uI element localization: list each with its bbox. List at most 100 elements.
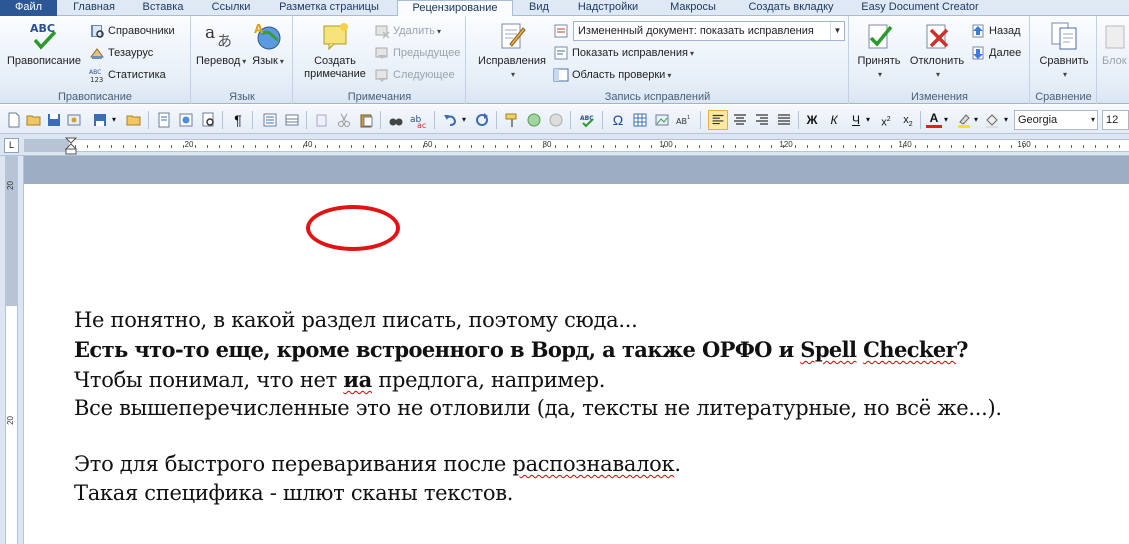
vertical-ruler-label: 20	[6, 181, 15, 190]
redo-icon[interactable]	[474, 112, 490, 128]
previous-change-button[interactable]: Назад	[970, 22, 1021, 42]
ruler-tick	[375, 145, 376, 148]
word-count-abc-icon[interactable]: AB 1	[676, 112, 692, 128]
shading-bucket-icon[interactable]	[984, 112, 1000, 128]
paste-icon[interactable]	[358, 112, 374, 128]
highlight-marker-icon[interactable]	[956, 112, 972, 128]
language-button[interactable]: A Язык ▾	[246, 20, 290, 68]
justify-icon[interactable]	[776, 112, 792, 128]
copy-format-icon[interactable]	[314, 112, 330, 128]
save-as-icon[interactable]	[92, 112, 108, 128]
document-paragraph[interactable]: Не понятно, в какой раздел писать, поэто…	[74, 308, 638, 332]
document-page[interactable]: Не понятно, в какой раздел писать, поэто…	[24, 184, 1129, 544]
tab-page-layout[interactable]: Разметка страницы	[268, 0, 390, 16]
ruler-tick	[963, 145, 964, 148]
compare-icon	[1051, 22, 1077, 50]
tab-file[interactable]: Файл	[0, 0, 57, 16]
print-preview-icon[interactable]	[200, 112, 216, 128]
font-name-select[interactable]: Georgia ▾	[1014, 110, 1098, 130]
insert-symbol-omega-icon[interactable]: Ω	[610, 111, 626, 129]
new-comment-label-1: Создать	[314, 55, 356, 67]
underline-button[interactable]: Ч	[848, 111, 864, 129]
tab-insert[interactable]: Вставка	[132, 0, 194, 16]
insert-picture-icon[interactable]	[654, 112, 670, 128]
permission-icon[interactable]	[66, 112, 82, 128]
display-for-review-select[interactable]: Измененный документ: показать исправлени…	[573, 21, 845, 41]
font-size-select[interactable]: 12	[1102, 110, 1129, 130]
tab-addins[interactable]: Надстройки	[566, 0, 650, 16]
save-disk-icon[interactable]	[46, 112, 62, 128]
display-for-review-value: Измененный документ: показать исправлени…	[578, 25, 814, 37]
show-formatting-marks-icon[interactable]: ¶	[230, 111, 246, 129]
track-changes-button[interactable]: Исправления ▾	[473, 20, 551, 81]
open-folder-icon[interactable]	[26, 112, 42, 128]
columns-icon[interactable]	[262, 112, 278, 128]
shading-dropdown-icon[interactable]: ▾	[1002, 111, 1010, 129]
tab-view[interactable]: Вид	[518, 0, 560, 16]
document-paragraph[interactable]: Есть что-то еще, кроме встроенного в Вор…	[74, 337, 968, 362]
next-change-button[interactable]: Далее	[970, 44, 1021, 64]
next-change-icon	[972, 46, 984, 60]
undo-dropdown-icon[interactable]: ▾	[460, 111, 468, 129]
underline-dropdown-icon[interactable]: ▾	[864, 111, 872, 129]
tab-references[interactable]: Ссылки	[200, 0, 262, 16]
tab-create-tab[interactable]: Создать вкладку	[736, 0, 846, 16]
superscript-icon[interactable]: x2	[878, 111, 894, 129]
ruler-tick	[195, 145, 196, 148]
document-paragraph[interactable]: Такая специфика - шлют сканы текстов.	[74, 481, 513, 505]
undo-icon[interactable]	[442, 112, 458, 128]
italic-button[interactable]: К	[826, 111, 842, 129]
font-color-dropdown-icon[interactable]: ▾	[942, 111, 950, 129]
statistics-button[interactable]: ABC 123 Статистика	[89, 66, 166, 86]
folder-open-icon[interactable]	[126, 112, 142, 128]
spelling-button[interactable]: ABC Правописание	[4, 20, 84, 68]
svg-text:ABC: ABC	[30, 22, 55, 35]
replace-icon[interactable]: abac	[410, 112, 426, 128]
delete-comment-button[interactable]: Удалить ▾	[374, 22, 441, 42]
circle-grey-icon[interactable]	[548, 112, 564, 128]
tab-stop-selector[interactable]: L	[4, 138, 19, 153]
highlight-dropdown-icon[interactable]: ▾	[972, 111, 980, 129]
web-page-icon[interactable]	[178, 112, 194, 128]
circle-green-icon[interactable]	[526, 112, 542, 128]
thesaurus-button[interactable]: Тезаурус	[89, 44, 153, 64]
tab-easy-document-creator[interactable]: Easy Document Creator	[852, 0, 988, 16]
align-right-icon[interactable]	[754, 112, 770, 128]
find-binoculars-icon[interactable]	[388, 112, 404, 128]
table-icon[interactable]	[284, 112, 300, 128]
next-comment-button[interactable]: Следующее	[374, 66, 455, 86]
research-button[interactable]: Справочники	[89, 22, 175, 42]
subscript-icon[interactable]: x2	[900, 111, 916, 129]
compare-dropdown-icon: ▾	[1062, 70, 1067, 79]
document-paragraph[interactable]: Это для быстрого переваривания после рас…	[74, 452, 681, 476]
document-paragraph[interactable]: Чтобы понимал, что нет иа предлога, напр…	[74, 367, 605, 392]
font-color-icon[interactable]: A	[926, 111, 942, 128]
page-icon[interactable]	[156, 112, 172, 128]
tab-macros[interactable]: Макросы	[656, 0, 730, 16]
horizontal-ruler[interactable]: L 20 40 60 80 100 120 140 160	[0, 134, 1129, 156]
tab-review[interactable]: Рецензирование	[397, 0, 513, 17]
new-document-icon[interactable]	[6, 112, 22, 128]
tab-home[interactable]: Главная	[62, 0, 126, 16]
accept-button[interactable]: Принять ▾	[854, 20, 904, 81]
spelling-check-icon[interactable]: ABC	[580, 112, 596, 128]
reject-button[interactable]: Отклонить ▾	[906, 20, 968, 81]
insert-table-icon[interactable]	[632, 112, 648, 128]
document-paragraph[interactable]: Все вышеперечисленные это не отловили (д…	[74, 396, 1002, 420]
align-center-icon[interactable]	[732, 112, 748, 128]
format-painter-icon[interactable]	[504, 112, 520, 128]
translate-button[interactable]: a あ Перевод ▾	[196, 20, 246, 68]
bold-button[interactable]: Ж	[804, 111, 820, 129]
reviewing-pane-button[interactable]: Область проверки ▾	[553, 66, 671, 86]
align-left-icon[interactable]	[708, 110, 728, 130]
block-authors-button[interactable]: Блок	[1102, 20, 1129, 68]
text-run: ?	[956, 337, 968, 362]
vertical-ruler[interactable]: 20 20	[0, 156, 24, 544]
cut-scissors-icon[interactable]	[336, 112, 352, 128]
save-as-dropdown-icon[interactable]: ▾	[110, 111, 118, 129]
compare-button[interactable]: Сравнить ▾	[1035, 20, 1093, 81]
previous-comment-button[interactable]: Предыдущее	[374, 44, 460, 64]
language-label: Язык	[252, 55, 278, 67]
show-markup-button[interactable]: Показать исправления ▾	[553, 44, 694, 64]
new-comment-button[interactable]: Создать примечание	[300, 20, 370, 81]
